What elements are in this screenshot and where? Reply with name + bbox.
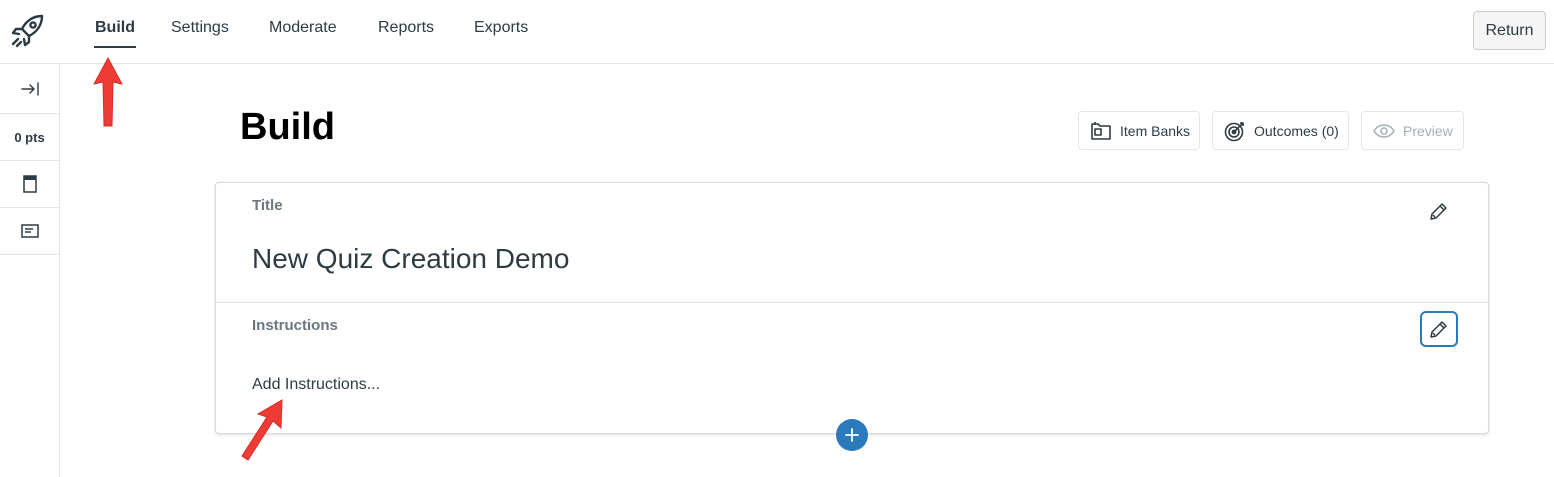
annotation-arrow-icon: [93, 56, 123, 127]
list-icon: [20, 224, 39, 238]
document-icon: [22, 175, 37, 193]
item-banks-label: Item Banks: [1120, 122, 1191, 139]
return-button[interactable]: Return: [1473, 11, 1546, 50]
outcomes-button[interactable]: Outcomes (0): [1212, 111, 1349, 150]
arrow-to-right-icon: [20, 81, 39, 96]
quiz-title[interactable]: New Quiz Creation Demo: [252, 243, 569, 275]
points-total: 0 pts: [0, 113, 59, 161]
eye-icon: [1373, 123, 1395, 138]
points-label: 0 pts: [14, 129, 45, 145]
tab-settings[interactable]: Settings: [171, 19, 229, 37]
instructions-placeholder[interactable]: Add Instructions...: [252, 376, 380, 394]
left-rail: 0 pts: [0, 64, 60, 477]
top-navigation: Build Settings Moderate Reports Exports …: [0, 0, 1554, 64]
outcomes-label: Outcomes (0): [1254, 122, 1339, 139]
item-banks-button[interactable]: Item Banks: [1078, 111, 1200, 150]
tab-build[interactable]: Build: [94, 19, 136, 48]
rail-item-list[interactable]: [0, 208, 59, 255]
rail-item-document[interactable]: [0, 161, 59, 208]
target-icon: [1224, 121, 1244, 141]
rocket-icon[interactable]: [9, 13, 47, 49]
preview-label: Preview: [1403, 122, 1453, 139]
edit-instructions-button[interactable]: [1420, 311, 1458, 347]
tab-exports[interactable]: Exports: [474, 19, 528, 37]
annotation-arrow-icon: [241, 399, 283, 461]
tab-reports[interactable]: Reports: [378, 19, 434, 37]
title-label: Title: [252, 197, 283, 214]
section-divider: [216, 302, 1488, 303]
tab-moderate[interactable]: Moderate: [269, 19, 337, 37]
pencil-icon: [1430, 321, 1447, 338]
edit-title-pencil-icon[interactable]: [1428, 200, 1450, 222]
page-title: Build: [240, 106, 335, 148]
preview-button[interactable]: Preview: [1361, 111, 1464, 150]
quiz-details-card: Title New Quiz Creation Demo Instruction…: [215, 182, 1489, 434]
instructions-label: Instructions: [252, 317, 338, 334]
plus-icon: [845, 428, 859, 442]
add-question-button[interactable]: [836, 419, 868, 451]
folder-icon: [1091, 121, 1111, 140]
collapse-rail-button[interactable]: [0, 64, 59, 113]
